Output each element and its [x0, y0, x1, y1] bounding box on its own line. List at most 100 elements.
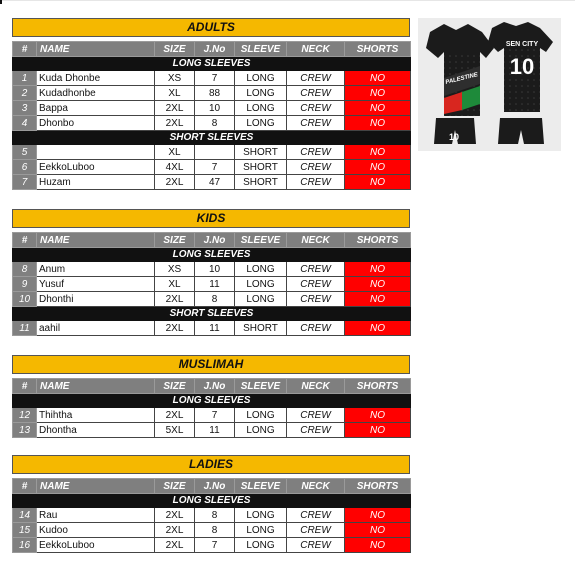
shorts-cell[interactable]: NO	[344, 115, 411, 131]
sleeve-cell[interactable]: LONG	[234, 537, 287, 553]
column-header[interactable]: SLEEVE	[234, 41, 287, 57]
sleeve-cell[interactable]: LONG	[234, 407, 287, 423]
neck-cell[interactable]: CREW	[286, 261, 345, 277]
name-cell[interactable]: Thihtha	[36, 407, 155, 423]
size-cell[interactable]: 2XL	[154, 115, 195, 131]
jersey-number-cell[interactable]	[194, 144, 235, 160]
column-header[interactable]: NECK	[286, 232, 345, 248]
column-header[interactable]: J.No	[194, 378, 235, 394]
column-header[interactable]: J.No	[194, 232, 235, 248]
shorts-cell[interactable]: NO	[344, 174, 411, 190]
table-row[interactable]: 10 Dhonthi 2XL 8 LONG CREW NO	[12, 291, 411, 307]
name-cell[interactable]: Dhontha	[36, 422, 155, 438]
name-cell[interactable]: Anum	[36, 261, 155, 277]
column-header[interactable]: #	[12, 41, 37, 57]
size-cell[interactable]: XL	[154, 276, 195, 292]
table-row[interactable]: 5 XL SHORT CREW NO	[12, 144, 411, 160]
row-number-cell[interactable]: 1	[12, 70, 37, 86]
row-number-cell[interactable]: 16	[12, 537, 37, 553]
table-row[interactable]: 3 Bappa 2XL 10 LONG CREW NO	[12, 100, 411, 116]
shorts-cell[interactable]: NO	[344, 159, 411, 175]
jersey-preview-image[interactable]: SEN CITY 10 PALESTINE 10	[418, 18, 561, 151]
shorts-cell[interactable]: NO	[344, 407, 411, 423]
jersey-number-cell[interactable]: 11	[194, 422, 235, 438]
row-number-cell[interactable]: 11	[12, 320, 37, 336]
jersey-number-cell[interactable]: 47	[194, 174, 235, 190]
column-header[interactable]: SLEEVE	[234, 478, 287, 494]
row-number-cell[interactable]: 2	[12, 85, 37, 101]
size-cell[interactable]: XL	[154, 85, 195, 101]
table-row[interactable]: 15 Kudoo 2XL 8 LONG CREW NO	[12, 522, 411, 538]
row-number-cell[interactable]: 3	[12, 100, 37, 116]
column-header[interactable]: SIZE	[154, 41, 195, 57]
sleeve-cell[interactable]: LONG	[234, 70, 287, 86]
row-number-cell[interactable]: 5	[12, 144, 37, 160]
name-cell[interactable]: Bappa	[36, 100, 155, 116]
name-cell[interactable]: Dhonthi	[36, 291, 155, 307]
neck-cell[interactable]: CREW	[286, 422, 345, 438]
jersey-number-cell[interactable]: 7	[194, 159, 235, 175]
neck-cell[interactable]: CREW	[286, 174, 345, 190]
jersey-number-cell[interactable]: 10	[194, 100, 235, 116]
table-row[interactable]: 7 Huzam 2XL 47 SHORT CREW NO	[12, 174, 411, 190]
neck-cell[interactable]: CREW	[286, 291, 345, 307]
sleeve-cell[interactable]: LONG	[234, 85, 287, 101]
sleeve-cell[interactable]: LONG	[234, 261, 287, 277]
name-cell[interactable]: Kudadhonbe	[36, 85, 155, 101]
name-cell[interactable]: EekkoLuboo	[36, 159, 155, 175]
column-header[interactable]: #	[12, 478, 37, 494]
jersey-number-cell[interactable]: 7	[194, 70, 235, 86]
shorts-cell[interactable]: NO	[344, 261, 411, 277]
row-number-cell[interactable]: 4	[12, 115, 37, 131]
neck-cell[interactable]: CREW	[286, 320, 345, 336]
jersey-number-cell[interactable]: 7	[194, 407, 235, 423]
table-row[interactable]: 4 Dhonbo 2XL 8 LONG CREW NO	[12, 115, 411, 131]
row-number-cell[interactable]: 7	[12, 174, 37, 190]
shorts-cell[interactable]: NO	[344, 507, 411, 523]
name-cell[interactable]: Dhonbo	[36, 115, 155, 131]
column-header[interactable]: #	[12, 378, 37, 394]
row-number-cell[interactable]: 9	[12, 276, 37, 292]
size-cell[interactable]: XS	[154, 70, 195, 86]
sleeve-cell[interactable]: LONG	[234, 522, 287, 538]
table-row[interactable]: 1 Kuda Dhonbe XS 7 LONG CREW NO	[12, 70, 411, 86]
row-number-cell[interactable]: 13	[12, 422, 37, 438]
neck-cell[interactable]: CREW	[286, 100, 345, 116]
table-row[interactable]: 6 EekkoLuboo 4XL 7 SHORT CREW NO	[12, 159, 411, 175]
row-number-cell[interactable]: 15	[12, 522, 37, 538]
size-cell[interactable]: 2XL	[154, 407, 195, 423]
size-cell[interactable]: 5XL	[154, 422, 195, 438]
row-number-cell[interactable]: 12	[12, 407, 37, 423]
sleeve-cell[interactable]: LONG	[234, 422, 287, 438]
shorts-cell[interactable]: NO	[344, 522, 411, 538]
name-cell[interactable]: Kudoo	[36, 522, 155, 538]
name-cell[interactable]: Yusuf	[36, 276, 155, 292]
size-cell[interactable]: 2XL	[154, 100, 195, 116]
shorts-cell[interactable]: NO	[344, 85, 411, 101]
table-row[interactable]: 11 aahil 2XL 11 SHORT CREW NO	[12, 320, 411, 336]
size-cell[interactable]: 2XL	[154, 320, 195, 336]
table-row[interactable]: 2 Kudadhonbe XL 88 LONG CREW NO	[12, 85, 411, 101]
jersey-number-cell[interactable]: 7	[194, 537, 235, 553]
jersey-number-cell[interactable]: 11	[194, 320, 235, 336]
row-number-cell[interactable]: 14	[12, 507, 37, 523]
size-cell[interactable]: XS	[154, 261, 195, 277]
name-cell[interactable]: Rau	[36, 507, 155, 523]
neck-cell[interactable]: CREW	[286, 115, 345, 131]
sleeve-cell[interactable]: LONG	[234, 276, 287, 292]
size-cell[interactable]: 4XL	[154, 159, 195, 175]
neck-cell[interactable]: CREW	[286, 70, 345, 86]
neck-cell[interactable]: CREW	[286, 407, 345, 423]
column-header[interactable]: SHORTS	[344, 378, 411, 394]
sleeve-cell[interactable]: SHORT	[234, 159, 287, 175]
column-header[interactable]: NECK	[286, 478, 345, 494]
size-cell[interactable]: 2XL	[154, 174, 195, 190]
jersey-number-cell[interactable]: 88	[194, 85, 235, 101]
column-header[interactable]: SHORTS	[344, 41, 411, 57]
row-number-cell[interactable]: 10	[12, 291, 37, 307]
shorts-cell[interactable]: NO	[344, 537, 411, 553]
name-cell[interactable]: Huzam	[36, 174, 155, 190]
jersey-number-cell[interactable]: 8	[194, 115, 235, 131]
column-header[interactable]: J.No	[194, 478, 235, 494]
column-header[interactable]: NAME	[36, 478, 155, 494]
